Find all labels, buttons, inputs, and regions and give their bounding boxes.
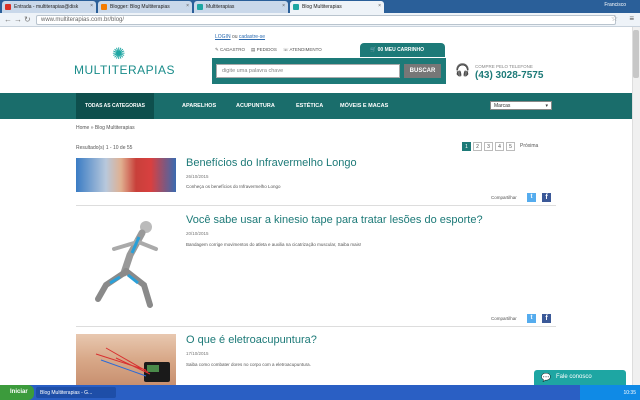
post-thumbnail-kinesio[interactable]	[76, 215, 176, 313]
results-count: Resultado(s) 1 - 10 de 55	[76, 145, 133, 151]
page-3[interactable]: 3	[484, 142, 493, 151]
chat-button[interactable]: 💬 Fale conosco	[534, 370, 626, 385]
headset-icon: 🎧	[455, 63, 470, 77]
taskbar-item-browser[interactable]: Blog Multiterapias - G...	[36, 387, 116, 398]
post-title[interactable]: Você sabe usar a kinesio tape para trata…	[186, 214, 483, 226]
scrollbar-thumb[interactable]	[633, 30, 639, 78]
close-tab-icon[interactable]: ×	[90, 3, 93, 9]
start-button[interactable]: Iniciar	[0, 385, 34, 400]
cart-label: 00 MEU CARRINHO	[377, 47, 425, 53]
reload-icon[interactable]: ↻	[24, 15, 31, 25]
blogger-icon	[101, 4, 107, 10]
acupuncture-device	[95, 347, 170, 382]
gmail-icon	[5, 4, 11, 10]
twitter-share-icon[interactable]: t	[527, 314, 536, 323]
post-title[interactable]: Benefícios do Infravermelho Longo	[186, 157, 357, 169]
post-description: Bandagem corrige movimentos do atleta e …	[186, 242, 362, 247]
post-title[interactable]: O que é eletroacupuntura?	[186, 334, 317, 346]
post-date: 17/10/2015	[186, 351, 209, 356]
post-date: 20/10/2015	[186, 231, 209, 236]
share-label: Compartilhar	[491, 316, 517, 321]
tab-title: Multiterapias	[206, 4, 235, 10]
search-input[interactable]: digite uma palavra chave	[216, 64, 400, 78]
cadastro-link[interactable]: ✎ CADASTRO	[215, 47, 245, 53]
post-date: 26/10/2015	[186, 174, 209, 179]
site-favicon-icon	[293, 4, 299, 10]
browser-tab-blog[interactable]: Blog Multiterapias ×	[290, 1, 384, 13]
page-2[interactable]: 2	[473, 142, 482, 151]
brands-select-value: Marcas	[494, 103, 511, 109]
atendimento-link[interactable]: ☏ ATENDIMENTO	[283, 47, 322, 53]
browser-tab-multiterapias[interactable]: Multiterapias ×	[194, 1, 288, 13]
cart-button[interactable]: 🛒 00 MEU CARRINHO	[360, 43, 445, 57]
link-label: CADASTRO	[220, 47, 246, 52]
page-1[interactable]: 1	[462, 142, 471, 151]
facebook-share-icon[interactable]: f	[542, 193, 551, 202]
nav-all-categories[interactable]: TODAS AS CATEGORIAS	[76, 93, 154, 119]
post-description: Saiba como combater dores no corpo com a…	[186, 362, 311, 367]
nav-aparelhos[interactable]: APARELHOS	[182, 93, 216, 119]
post-thumbnail-infrared[interactable]	[76, 158, 176, 192]
share-label: Compartilhar	[491, 195, 517, 200]
browser-toolbar: ← → ↻ www.multiterapias.com.br/blog/ ☆ ≡	[0, 13, 640, 27]
page-scrollbar[interactable]	[632, 27, 640, 385]
account-links: ✎ CADASTRO ▤ PEDIDOS ☏ ATENDIMENTO	[215, 47, 322, 53]
post-divider	[76, 205, 556, 206]
bookmark-star-icon[interactable]: ☆	[611, 14, 618, 23]
facebook-share-icon[interactable]: f	[542, 314, 551, 323]
post-divider	[76, 326, 556, 327]
pagination: 1 2 3 4 5 Próxima	[462, 142, 541, 151]
search-button[interactable]: BUSCAR	[404, 64, 441, 78]
login-separator: ou	[230, 34, 239, 40]
address-bar[interactable]: www.multiterapias.com.br/blog/	[36, 15, 616, 25]
site-logo[interactable]: MULTITERAPIAS	[74, 63, 175, 77]
login-line: LOGIN ou cadastre-se	[215, 34, 265, 40]
breadcrumb[interactable]: Home » Blog Multiterapias	[76, 125, 135, 131]
browser-user-label[interactable]: Francisco	[604, 2, 626, 8]
link-label: PEDIDOS	[256, 47, 277, 52]
close-tab-icon[interactable]: ×	[378, 3, 381, 9]
phone-label: COMPRE PELO TELEFONE	[475, 64, 533, 69]
runner-figure	[95, 221, 158, 308]
page-4[interactable]: 4	[495, 142, 504, 151]
system-tray-clock[interactable]: 10:35	[580, 385, 640, 400]
forward-icon[interactable]: →	[14, 15, 22, 25]
page-5[interactable]: 5	[506, 142, 515, 151]
brands-select[interactable]: Marcas ▾	[490, 101, 552, 110]
logo-star-icon: ✺	[112, 46, 126, 63]
tab-title: Blog Multiterapias	[302, 4, 342, 10]
phone-number: (43) 3028-7575	[475, 70, 544, 81]
site-favicon-icon	[197, 4, 203, 10]
chat-label: Fale conosco	[556, 374, 592, 380]
back-icon[interactable]: ←	[4, 15, 12, 25]
browser-tab-gmail[interactable]: Entrada - multiterapias@disk ×	[2, 1, 96, 13]
tab-title: Blogger: Blog Multiterapias	[110, 4, 170, 10]
next-page[interactable]: Próxima	[517, 142, 541, 151]
close-tab-icon[interactable]: ×	[282, 3, 285, 9]
post-thumbnail-electroacupuncture[interactable]	[76, 334, 176, 385]
link-label: ATENDIMENTO	[289, 47, 322, 52]
cart-icon: 🛒	[370, 47, 377, 53]
chat-bubble-icon: 💬	[541, 373, 551, 382]
chevron-down-icon: ▾	[545, 103, 548, 109]
tab-title: Entrada - multiterapias@disk	[14, 4, 79, 10]
nav-estetica[interactable]: ESTÉTICA	[296, 93, 323, 119]
twitter-share-icon[interactable]: t	[527, 193, 536, 202]
pedidos-link[interactable]: ▤ PEDIDOS	[251, 47, 277, 53]
browser-menu-icon[interactable]: ≡	[629, 14, 634, 23]
signup-link[interactable]: cadastre-se	[239, 34, 265, 40]
post-description: Conheça os benefícios do Infravermelho L…	[186, 184, 281, 189]
browser-tab-blogger[interactable]: Blogger: Blog Multiterapias ×	[98, 1, 192, 13]
login-link[interactable]: LOGIN	[215, 34, 231, 40]
close-tab-icon[interactable]: ×	[186, 3, 189, 9]
nav-acupuntura[interactable]: ACUPUNTURA	[236, 93, 275, 119]
browser-tab-strip: Entrada - multiterapias@disk × Blogger: …	[0, 0, 640, 13]
nav-moveis-macas[interactable]: MÓVEIS E MACAS	[340, 93, 388, 119]
